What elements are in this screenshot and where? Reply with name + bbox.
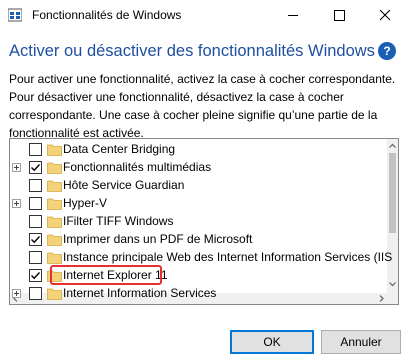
cancel-button[interactable]: Annuler [321,330,401,354]
highlight-frame [50,265,162,285]
checkmark-icon [31,272,41,280]
feature-checkbox[interactable] [29,233,42,246]
checkmark-icon [31,236,41,244]
feature-row[interactable]: Data Center Bridging [10,141,388,159]
feature-checkbox[interactable] [29,251,42,264]
feature-label: Hôte Service Guardian [63,178,185,192]
close-icon [379,9,391,21]
expand-icon[interactable] [12,289,21,298]
scroll-down-icon[interactable] [387,278,398,290]
ok-button[interactable]: OK [230,330,314,354]
folder-icon [47,144,62,156]
checkmark-icon [31,164,41,172]
folder-icon [47,198,62,210]
scrollbar-thumb[interactable] [389,153,396,233]
feature-row[interactable]: Hôte Service Guardian [10,177,388,195]
feature-label: Hyper-V [63,196,108,210]
close-button[interactable] [362,0,408,31]
page-title: Activer ou désactiver des fonctionnalité… [9,42,375,60]
folder-icon [47,252,62,264]
feature-label: IFilter TIFF Windows [63,214,174,228]
feature-checkbox[interactable] [29,215,42,228]
expand-icon[interactable] [12,199,21,208]
feature-row[interactable]: Internet Information Services [10,285,388,303]
feature-row[interactable]: Fonctionnalités multimédias [10,159,388,177]
maximize-icon [334,10,345,21]
feature-checkbox[interactable] [29,287,42,300]
folder-icon [47,216,62,228]
feature-row[interactable]: Imprimer dans un PDF de Microsoft [10,231,388,249]
feature-label: Data Center Bridging [63,142,176,156]
feature-row[interactable]: Hyper-V [10,195,388,213]
expand-icon[interactable] [12,163,21,172]
minimize-icon [288,15,298,16]
feature-label: Fonctionnalités multimédias [63,160,212,174]
folder-icon [47,234,62,246]
feature-row[interactable]: IFilter TIFF Windows [10,213,388,231]
help-icon[interactable]: ? [378,42,396,60]
feature-checkbox[interactable] [29,143,42,156]
feature-label: Internet Information Services [63,286,217,300]
folder-icon [47,180,62,192]
folder-icon [47,288,62,300]
maximize-button[interactable] [316,0,362,31]
vertical-scrollbar[interactable] [387,139,398,304]
folder-icon [47,162,62,174]
minimize-button[interactable] [270,0,316,31]
window-title: Fonctionnalités de Windows [32,8,182,22]
feature-checkbox[interactable] [29,269,42,282]
feature-label: Imprimer dans un PDF de Microsoft [63,232,253,246]
description-text: Pour activer une fonctionnalité, activez… [9,72,396,140]
scroll-up-icon[interactable] [387,140,398,152]
feature-checkbox[interactable] [29,197,42,210]
feature-label: Instance principale Web des Internet Inf… [63,250,393,264]
feature-checkbox[interactable] [29,179,42,192]
title-bar: Fonctionnalités de Windows [0,0,408,31]
feature-checkbox[interactable] [29,161,42,174]
windows-features-icon [8,8,22,22]
